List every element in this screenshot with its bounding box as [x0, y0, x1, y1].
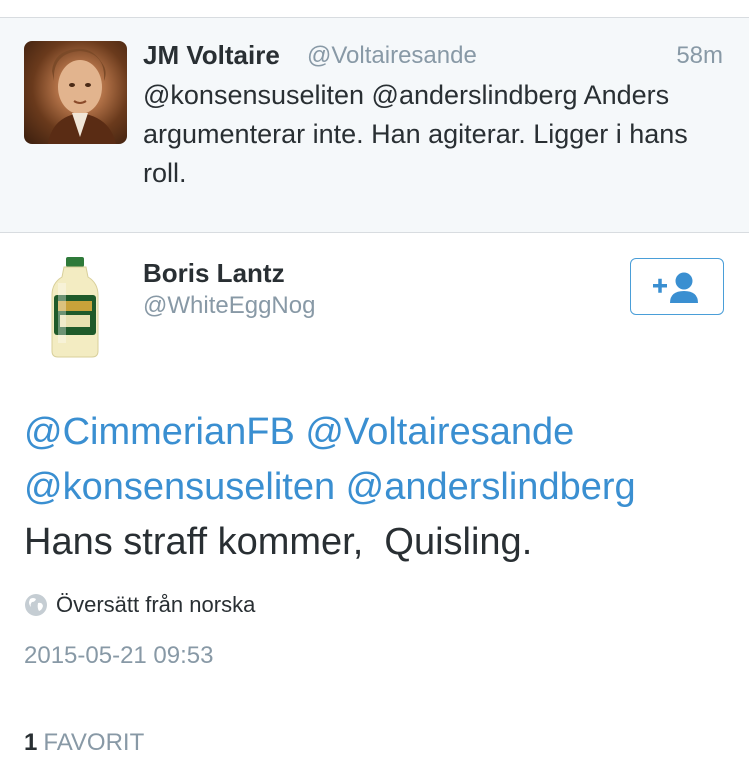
avatar[interactable] — [24, 41, 127, 144]
author-handle[interactable]: @WhiteEggNog — [143, 292, 315, 320]
tweet-timestamp: 2015-05-21 09:53 — [24, 642, 214, 669]
parent-tweet-text: @konsensuseliten @anderslindberg Anders … — [143, 80, 688, 188]
mention-link[interactable]: @CimmerianFB — [24, 411, 295, 453]
add-user-icon — [653, 272, 698, 303]
follow-button[interactable] — [630, 258, 724, 315]
author-name[interactable]: Boris Lantz — [143, 258, 285, 289]
translate-label: Översätt från norska — [56, 592, 256, 617]
parent-tweet-time: 58m — [676, 42, 723, 69]
parent-tweet[interactable]: JM Voltaire @Voltairesande 58m @konsensu… — [0, 18, 749, 233]
favorites-label: FAVORIT — [43, 729, 145, 756]
favorites-count[interactable]: 1 FAVORIT — [24, 729, 144, 757]
favorites-number: 1 — [24, 729, 38, 756]
mention-link[interactable]: @anderslindberg — [346, 466, 636, 508]
eggnog-bottle-icon[interactable] — [42, 255, 108, 360]
tweet-body: Hans straff kommer, Quisling. — [24, 521, 533, 563]
translate-link[interactable]: Översätt från norska — [24, 591, 255, 619]
top-divider — [0, 0, 749, 18]
parent-author-handle[interactable]: @Voltairesande — [307, 42, 477, 70]
tweet-text: @CimmerianFB @Voltairesande @konsensusel… — [24, 405, 734, 570]
mention-link[interactable]: @konsensuseliten — [24, 466, 335, 508]
parent-author-name[interactable]: JM Voltaire — [143, 40, 280, 71]
mention-link[interactable]: @Voltairesande — [305, 411, 574, 453]
globe-icon — [25, 594, 47, 616]
